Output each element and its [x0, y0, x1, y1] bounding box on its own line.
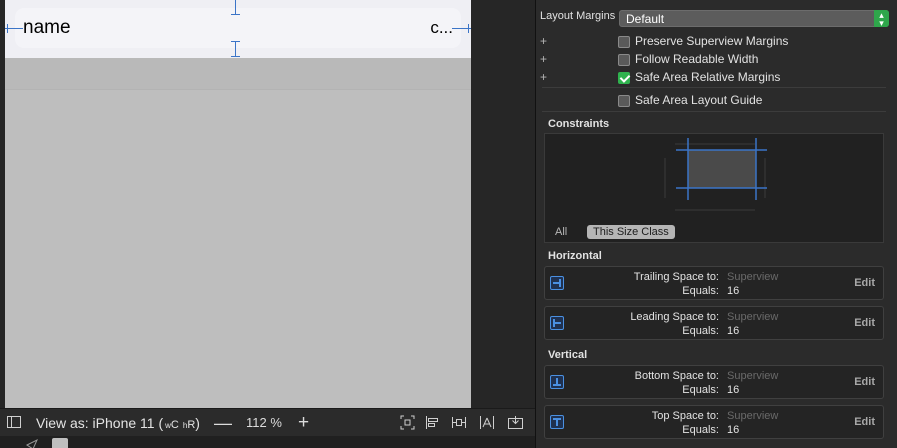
- follow-readable-width-checkbox[interactable]: [618, 54, 630, 66]
- bottom-constraint-icon: [550, 375, 564, 389]
- table-view: name c...: [5, 0, 471, 58]
- leading-space-constraint[interactable]: Leading Space to: Superview Equals: 16 E…: [544, 306, 884, 340]
- updown-chevron-icon: ▴ ▾: [874, 10, 889, 28]
- leading-space-target[interactable]: Superview: [727, 311, 778, 323]
- top-constraint-icon: [550, 415, 564, 429]
- zoom-fit-icon[interactable]: [400, 415, 415, 430]
- trailing-equals-label: Equals:: [682, 285, 719, 297]
- bottom-equals-value: 16: [727, 384, 740, 396]
- edit-button[interactable]: Edit: [854, 277, 875, 289]
- safe-area-relative-margins-checkbox[interactable]: [618, 72, 630, 84]
- trailing-constraint-cap: [468, 24, 469, 33]
- zoom-out-button[interactable]: —: [214, 409, 232, 437]
- zoom-in-button[interactable]: +: [298, 409, 309, 437]
- trailing-constraint-icon: [550, 276, 564, 290]
- constraint-diagram[interactable]: [545, 134, 883, 222]
- safe-area-relative-margins-label: Safe Area Relative Margins: [635, 70, 781, 84]
- align-icon[interactable]: [425, 415, 440, 430]
- resolve-icon[interactable]: [479, 415, 495, 430]
- bottom-constraint-cap-top: [231, 41, 240, 42]
- canvas-bottom-bar: View as: iPhone 11 (wC hR) — 112 % +: [0, 408, 535, 436]
- follow-readable-width-row[interactable]: + Follow Readable Width: [536, 50, 896, 68]
- zoom-level[interactable]: 112 %: [246, 409, 282, 437]
- bottom-space-key: Bottom Space to:: [634, 370, 719, 382]
- width-compact-letter: C: [170, 419, 179, 431]
- document-tab-strip: [0, 436, 535, 448]
- trailing-space-key: Trailing Space to:: [633, 271, 719, 283]
- edit-button[interactable]: Edit: [854, 317, 875, 329]
- bottom-constraint-cap-bottom: [231, 56, 240, 57]
- view-as-suffix: ): [195, 415, 200, 431]
- top-constraint-cap: [231, 14, 240, 15]
- constraints-overview: All This Size Class: [544, 133, 884, 243]
- top-space-constraint[interactable]: Top Space to: Superview Equals: 16 Edit: [544, 405, 884, 439]
- bottom-constraint-guide: [235, 41, 236, 57]
- trailing-equals-value: 16: [727, 285, 740, 297]
- safe-area-layout-guide-checkbox[interactable]: [618, 95, 630, 107]
- table-section-footer: [5, 58, 471, 90]
- constraints-filter-this-size-class[interactable]: This Size Class: [587, 225, 675, 239]
- layout-margins-label: Layout Margins: [540, 10, 616, 22]
- preserve-superview-margins-checkbox[interactable]: [618, 36, 630, 48]
- document-outline-icon[interactable]: [7, 416, 21, 430]
- top-space-target[interactable]: Superview: [727, 410, 778, 422]
- add-variation-button[interactable]: +: [540, 50, 547, 68]
- leading-equals-value: 16: [727, 325, 740, 337]
- cell-detail-label[interactable]: c...: [430, 18, 453, 38]
- leading-space-key: Leading Space to:: [630, 311, 719, 323]
- view-as-prefix: View as: iPhone 11 (: [36, 415, 164, 431]
- edit-button[interactable]: Edit: [854, 376, 875, 388]
- divider: [542, 111, 886, 112]
- add-variation-button[interactable]: +: [540, 32, 547, 50]
- constraints-filter-all[interactable]: All: [555, 225, 567, 239]
- vertical-section-title: Vertical: [548, 349, 588, 361]
- layout-margins-value: Default: [626, 12, 665, 26]
- safe-area-layout-guide-row[interactable]: Safe Area Layout Guide: [536, 91, 896, 109]
- top-space-key: Top Space to:: [651, 410, 719, 422]
- safe-area-layout-guide-label: Safe Area Layout Guide: [635, 93, 763, 107]
- divider: [542, 87, 886, 88]
- preserve-superview-margins-label: Preserve Superview Margins: [635, 34, 789, 48]
- cell-title-label[interactable]: name: [23, 17, 71, 39]
- leading-constraint-icon: [550, 316, 564, 330]
- preserve-superview-margins-row[interactable]: + Preserve Superview Margins: [536, 32, 896, 50]
- size-inspector: Layout Margins Default ▴ ▾ + Preserve Sup…: [535, 0, 897, 448]
- safe-area-relative-margins-row[interactable]: + Safe Area Relative Margins: [536, 68, 896, 86]
- trailing-space-target[interactable]: Superview: [727, 271, 778, 283]
- layout-margins-popup[interactable]: Default ▴ ▾: [619, 10, 889, 28]
- embed-icon[interactable]: [508, 415, 523, 430]
- bottom-equals-label: Equals:: [682, 384, 719, 396]
- top-constraint-guide: [235, 0, 236, 15]
- view-as-device-button[interactable]: View as: iPhone 11 (wC hR): [36, 409, 200, 437]
- horizontal-section-title: Horizontal: [548, 250, 602, 262]
- top-equals-value: 16: [727, 424, 740, 436]
- interface-canvas[interactable]: name c...: [0, 0, 535, 408]
- leading-equals-label: Equals:: [682, 325, 719, 337]
- follow-readable-width-label: Follow Readable Width: [635, 52, 759, 66]
- trailing-space-constraint[interactable]: Trailing Space to: Superview Equals: 16 …: [544, 266, 884, 300]
- location-icon[interactable]: [26, 438, 38, 448]
- edit-button[interactable]: Edit: [854, 416, 875, 428]
- pin-icon[interactable]: [451, 415, 467, 430]
- bottom-space-constraint[interactable]: Bottom Space to: Superview Equals: 16 Ed…: [544, 365, 884, 399]
- constraints-section-title: Constraints: [548, 118, 610, 130]
- top-equals-label: Equals:: [682, 424, 719, 436]
- leading-constraint-cap: [7, 24, 8, 33]
- bottom-space-target[interactable]: Superview: [727, 370, 778, 382]
- device-frame: name c...: [5, 0, 471, 408]
- storyboard-file-icon[interactable]: [52, 438, 68, 448]
- add-variation-button[interactable]: +: [540, 68, 547, 86]
